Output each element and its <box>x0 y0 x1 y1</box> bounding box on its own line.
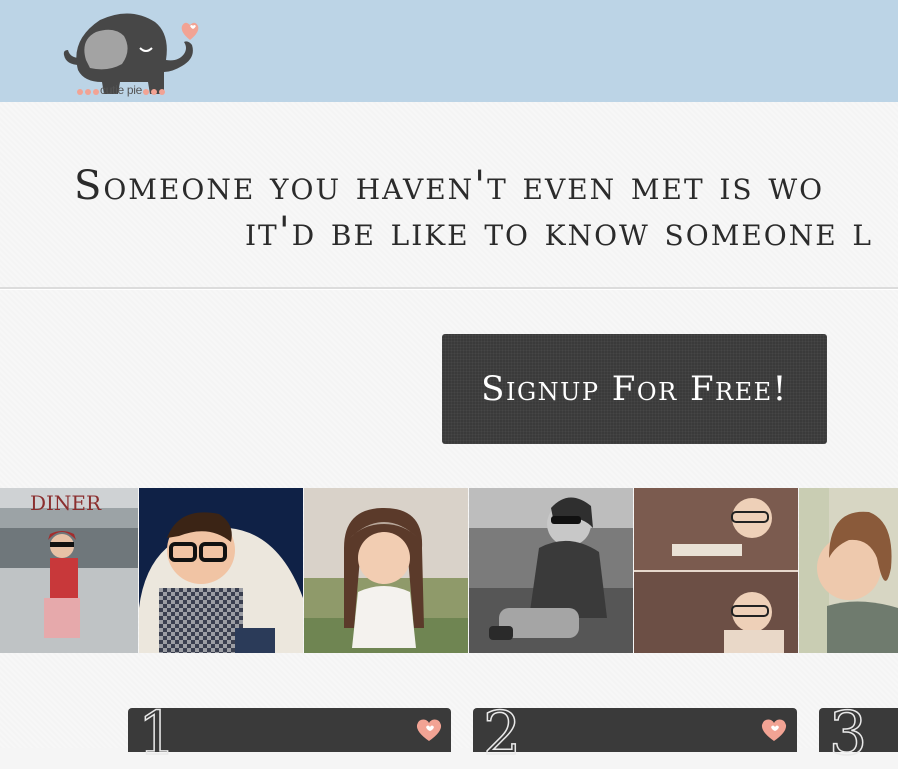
step-number: 1 <box>137 699 177 769</box>
curly-haired-child-photo <box>799 488 898 653</box>
step-number: 3 <box>828 699 868 769</box>
step-card-3[interactable]: 3 <box>819 703 898 765</box>
girl-at-diner-photo: DINER <box>0 488 138 653</box>
step-card-2[interactable]: 2 <box>473 703 797 765</box>
heart-icon[interactable] <box>761 718 787 742</box>
signup-button[interactable]: Signup For Free! <box>442 334 827 444</box>
step-card-1[interactable]: 1 <box>128 703 451 765</box>
hero-headline: Someone you haven't even met is wo it'd … <box>0 163 898 255</box>
boy-in-glasses-photo <box>139 488 303 653</box>
section-divider <box>0 287 898 290</box>
step-number: 2 <box>482 699 522 769</box>
logo-text: cutie pie <box>100 83 142 97</box>
child-in-sunglasses-photo <box>469 488 633 653</box>
baby-reading-photo <box>634 488 798 653</box>
site-header: cutie pie <box>0 0 898 102</box>
diner-sign: DINER <box>30 491 102 515</box>
steps-row: 1 2 3 <box>0 703 898 765</box>
hero-headline-line-2: it'd be like to know someone l <box>244 209 873 255</box>
heart-icon[interactable] <box>416 718 442 742</box>
girl-with-braids-photo <box>304 488 468 653</box>
hero-headline-line-1: Someone you haven't even met is wo <box>73 163 825 209</box>
photo-strip: DINER <box>0 488 898 653</box>
